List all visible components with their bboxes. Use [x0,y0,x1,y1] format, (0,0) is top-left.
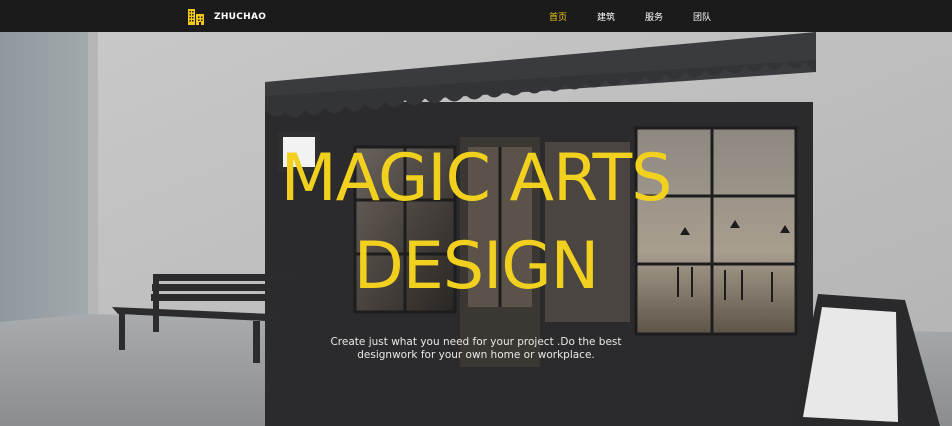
nav-item-architecture[interactable]: 建筑 [597,10,615,23]
brand-name: ZHUCHAO [214,12,267,22]
hero-title-line-1: MAGIC ARTS [280,141,673,216]
nav-item-services[interactable]: 服务 [645,10,663,23]
top-navbar: ZHUCHAO 首页 建筑 服务 团队 [0,0,952,32]
nav-item-team[interactable]: 团队 [693,10,711,23]
main-nav: 首页 建筑 服务 团队 [549,0,741,32]
nav-item-home[interactable]: 首页 [549,10,567,23]
brand[interactable]: ZHUCHAO [187,8,266,26]
buildings-icon [187,8,205,26]
hero-subtitle: Create just what you need for your proje… [330,335,622,361]
hero-title-line-2: DESIGN [353,229,600,304]
hero-banner: MAGIC ARTS DESIGN Create just what you n… [0,32,952,426]
hero-title: MAGIC ARTS DESIGN [0,135,952,311]
